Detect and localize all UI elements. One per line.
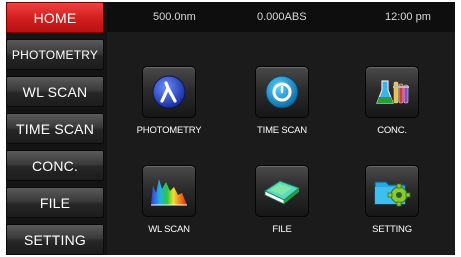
tile-label-wl-scan: WL SCAN [148, 224, 190, 235]
tile-label-photometry: PHOTOMETRY [136, 125, 202, 136]
timer-icon [265, 75, 299, 109]
absorbance-readout: 0.000ABS [257, 11, 307, 23]
tile-wl-scan[interactable]: WL SCAN [129, 165, 209, 235]
home-panel: PHOTOMETRY TIME SCAN CONC. WL SCAN FILE … [107, 32, 455, 255]
sidebar-item-home[interactable]: HOME [6, 2, 104, 33]
conc-button[interactable] [365, 66, 419, 118]
file-button[interactable] [255, 165, 309, 217]
tile-label-file: FILE [272, 224, 292, 235]
spectrum-icon [151, 179, 187, 206]
photometry-button[interactable] [142, 66, 196, 118]
time-scan-button[interactable] [255, 66, 309, 118]
sidebar-item-conc[interactable]: CONC. [6, 150, 104, 181]
tile-setting[interactable]: SETTING [352, 165, 432, 235]
tile-conc[interactable]: CONC. [352, 66, 432, 136]
sidebar-item-setting[interactable]: SETTING [6, 224, 104, 255]
tile-file[interactable]: FILE [242, 165, 322, 235]
status-bar: 500.0nm 0.000ABS 12:00 pm [107, 2, 455, 32]
lambda-icon [152, 75, 186, 109]
sidebar-item-wl-scan[interactable]: WL SCAN [6, 76, 104, 107]
tile-label-setting: SETTING [372, 224, 412, 235]
wavelength-readout: 500.0nm [153, 11, 196, 23]
instrument-screen: HOME PHOTOMETRY WL SCAN TIME SCAN CONC. … [6, 2, 455, 255]
wl-scan-button[interactable] [142, 165, 196, 217]
sidebar-item-file[interactable]: FILE [6, 187, 104, 218]
tile-time-scan[interactable]: TIME SCAN [242, 66, 322, 136]
tile-label-conc: CONC. [377, 125, 407, 136]
setting-button[interactable] [365, 165, 419, 217]
sidebar-item-photometry[interactable]: PHOTOMETRY [6, 39, 104, 70]
clock: 12:00 pm [385, 11, 431, 23]
book-icon [263, 180, 301, 205]
sidebar-item-time-scan[interactable]: TIME SCAN [6, 113, 104, 144]
flask-icon [376, 80, 409, 104]
sidebar: HOME PHOTOMETRY WL SCAN TIME SCAN CONC. … [6, 2, 104, 255]
tile-label-time-scan: TIME SCAN [257, 125, 307, 136]
gear-folder-icon [374, 181, 411, 207]
tile-photometry[interactable]: PHOTOMETRY [129, 66, 209, 136]
